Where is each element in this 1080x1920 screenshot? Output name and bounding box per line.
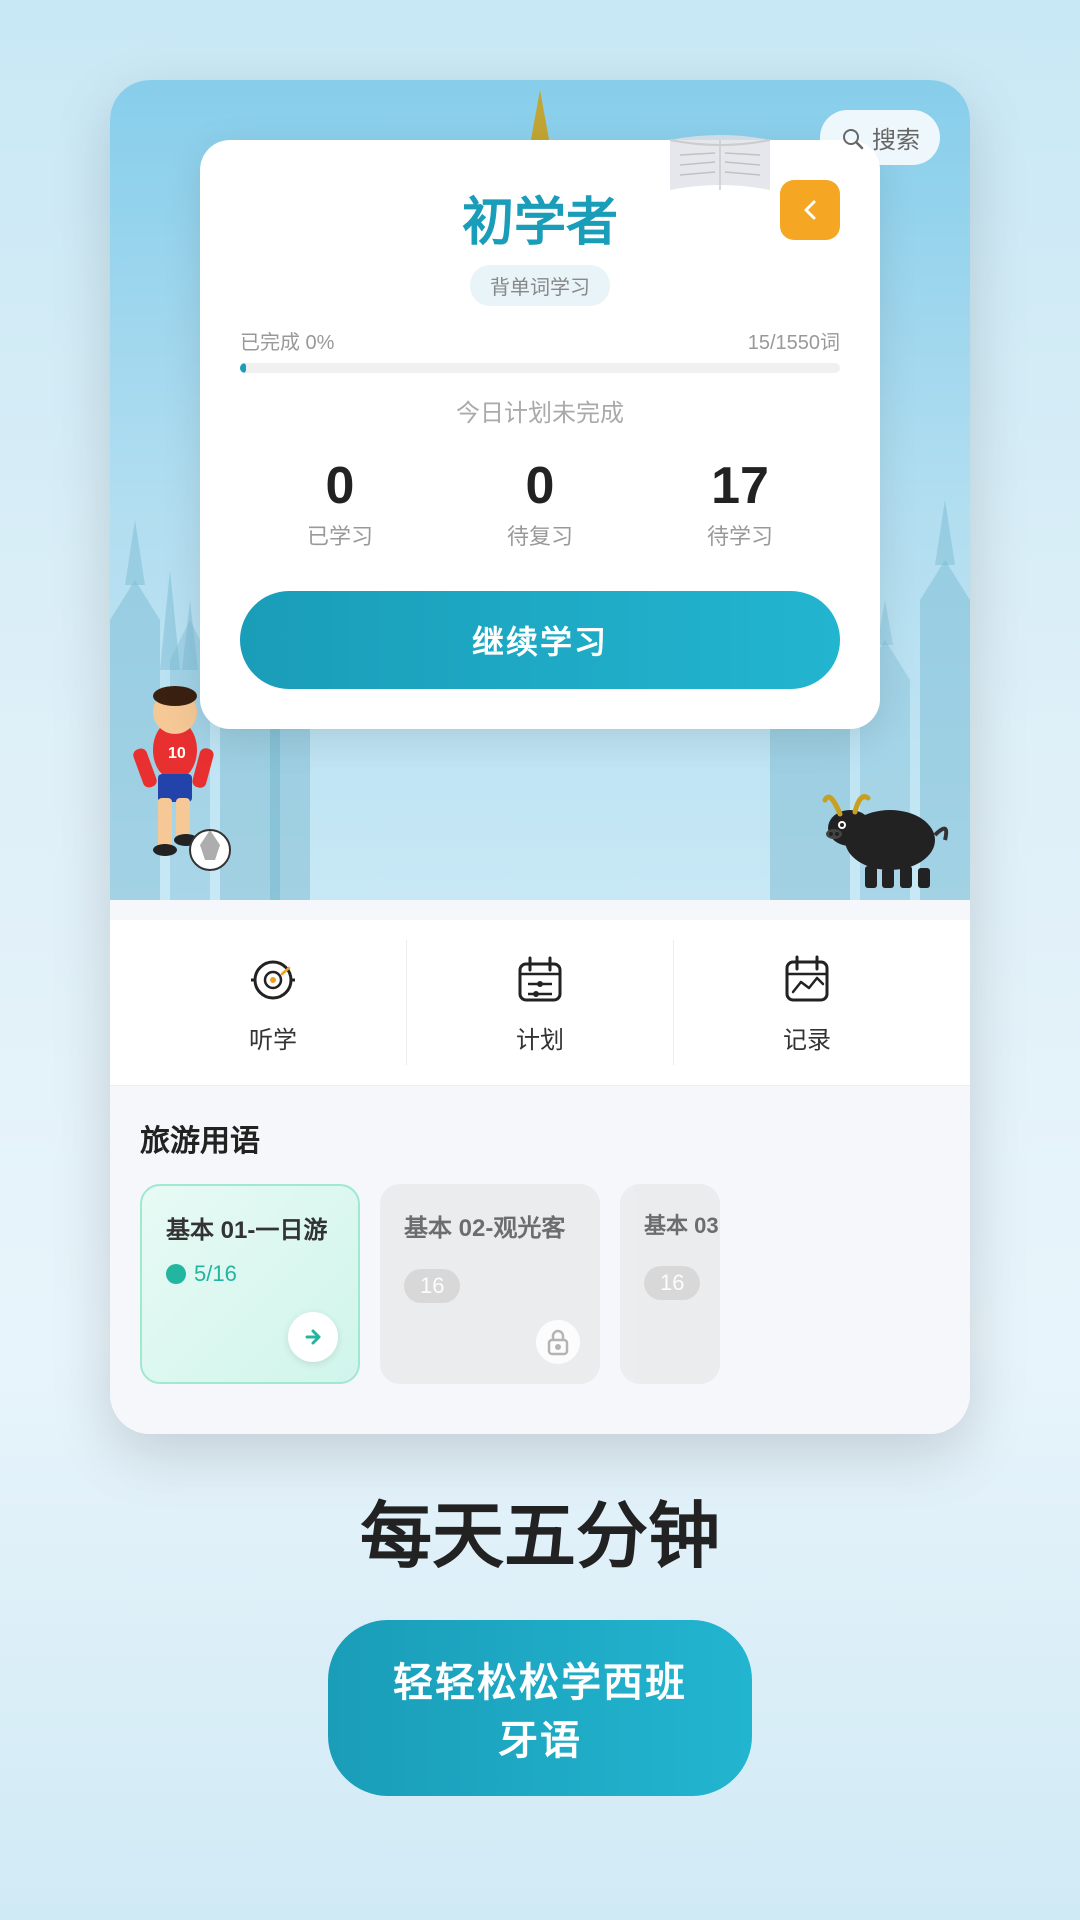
stat-review-number: 0 <box>450 458 630 515</box>
progress-labels: 已完成 0% 15/1550词 <box>240 326 840 355</box>
lesson-progress-text: 5/16 <box>194 1261 237 1287</box>
app-card: 10 <box>110 80 970 1434</box>
marketing-cta-button[interactable]: 轻轻松松学西班牙语 <box>328 1620 751 1796</box>
main-content-card: 初学者 背单词学习 已完成 0% 15/1550词 <box>200 140 880 729</box>
lesson-card-1-progress: 5/16 <box>166 1261 334 1287</box>
progress-area: 已完成 0% 15/1550词 <box>240 326 840 373</box>
stats-row: 0 已学习 0 待复习 17 待学习 <box>240 448 840 561</box>
headphone-icon <box>245 952 301 1008</box>
lesson-card-3-count: 16 <box>644 1266 700 1300</box>
listen-icon-wrapper <box>243 950 303 1010</box>
bull-illustration <box>820 770 950 890</box>
svg-text:10: 10 <box>168 745 186 762</box>
lesson-cards-row: 基本 01-一日游 5/16 基本 02-观光客 <box>140 1184 940 1384</box>
lesson-card-3-title: 基本 03 <box>644 1208 696 1240</box>
stat-pending-label: 待学习 <box>650 519 830 551</box>
action-listen[interactable]: 听学 <box>140 940 407 1065</box>
vocab-badge: 背单词学习 <box>470 265 610 306</box>
lesson-card-2-lock <box>536 1320 580 1364</box>
stat-review: 0 待复习 <box>440 448 640 561</box>
search-label: 搜索 <box>872 120 920 155</box>
lesson-card-2-count: 16 <box>404 1269 460 1303</box>
plan-icon-wrapper <box>510 950 570 1010</box>
arrow-right-icon <box>299 1323 327 1351</box>
chart-calendar-icon <box>779 952 835 1008</box>
quick-actions-bar: 听学 <box>110 920 970 1086</box>
listen-label: 听学 <box>249 1020 297 1055</box>
bottom-section: 听学 <box>110 900 970 1434</box>
action-plan[interactable]: 计划 <box>407 940 674 1065</box>
stat-review-label: 待复习 <box>450 519 630 551</box>
stat-learned: 0 已学习 <box>240 448 440 561</box>
record-icon-wrapper <box>777 950 837 1010</box>
progress-right-label: 15/1550词 <box>748 326 840 355</box>
lesson-card-2-title: 基本 02-观光客 <box>404 1208 576 1243</box>
book-illustration <box>660 120 780 200</box>
lesson-card-1[interactable]: 基本 01-一日游 5/16 <box>140 1184 360 1384</box>
stat-learned-number: 0 <box>250 458 430 515</box>
action-record[interactable]: 记录 <box>674 940 940 1065</box>
level-title: 初学者 <box>462 180 618 255</box>
marketing-section: 每天五分钟 轻轻松松学西班牙语 <box>251 1434 829 1876</box>
lock-icon <box>545 1328 571 1356</box>
continue-learning-button[interactable]: 继续学习 <box>240 591 840 689</box>
lesson-card-1-arrow[interactable] <box>288 1312 338 1362</box>
outer-wrapper: 10 <box>0 0 1080 1920</box>
record-label: 记录 <box>783 1020 831 1055</box>
progress-bar-background <box>240 363 840 373</box>
plan-status: 今日计划未完成 <box>240 393 840 428</box>
back-button[interactable] <box>780 180 840 240</box>
progress-dot <box>166 1264 186 1284</box>
progress-bar-fill <box>240 363 246 373</box>
marketing-title: 每天五分钟 <box>291 1494 789 1580</box>
scene-background: 10 <box>110 80 970 900</box>
lesson-card-1-title: 基本 01-一日游 <box>166 1210 334 1245</box>
category-title: 旅游用语 <box>140 1116 940 1160</box>
search-icon <box>840 126 864 150</box>
stat-pending-number: 17 <box>650 458 830 515</box>
calendar-check-icon <box>512 952 568 1008</box>
back-icon <box>796 196 824 224</box>
lesson-card-3[interactable]: 基本 03 16 <box>620 1184 720 1384</box>
category-section: 旅游用语 基本 01-一日游 5/16 <box>110 1086 970 1404</box>
stat-pending: 17 待学习 <box>640 448 840 561</box>
stat-learned-label: 已学习 <box>250 519 430 551</box>
search-button[interactable]: 搜索 <box>820 110 940 165</box>
lesson-card-2[interactable]: 基本 02-观光客 16 <box>380 1184 600 1384</box>
progress-left-label: 已完成 0% <box>240 326 334 355</box>
plan-label: 计划 <box>516 1020 564 1055</box>
